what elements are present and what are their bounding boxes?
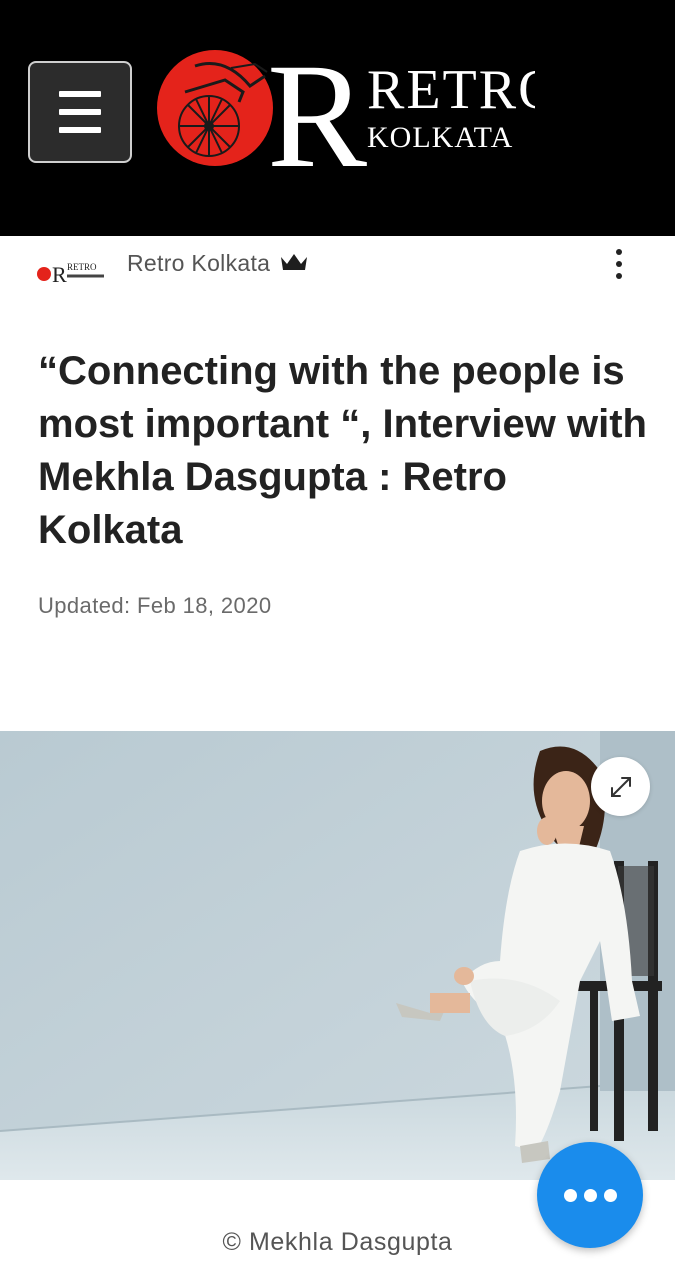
author-name[interactable]: Retro Kolkata <box>127 250 270 277</box>
crown-icon <box>281 254 307 270</box>
svg-text:R: R <box>52 262 67 287</box>
expand-icon <box>610 776 631 797</box>
expand-image-button[interactable] <box>591 757 650 816</box>
logo-text-retro: RETRO <box>367 59 535 121</box>
more-options-button[interactable] <box>604 246 634 282</box>
more-horizontal-icon <box>563 1188 577 1202</box>
hamburger-icon-bar <box>59 127 101 133</box>
menu-button[interactable] <box>28 61 132 163</box>
author-avatar[interactable]: R RETRO <box>36 248 106 296</box>
updated-date: Updated: Feb 18, 2020 <box>38 593 272 618</box>
logo-letter: R <box>267 46 367 176</box>
hamburger-icon-bar <box>59 109 101 115</box>
chat-fab-button[interactable] <box>537 1142 643 1248</box>
hamburger-icon <box>59 91 101 97</box>
logo-text-kolkata: KOLKATA <box>367 121 513 154</box>
author-row: R RETRO Retro Kolkata <box>0 236 675 296</box>
site-logo[interactable]: R RETRO KOLKATA <box>155 46 535 176</box>
svg-text:RETRO: RETRO <box>67 262 97 272</box>
site-header: R RETRO KOLKATA <box>0 0 675 236</box>
more-vertical-icon <box>616 249 622 255</box>
hero-photo <box>0 731 675 1180</box>
hero-image[interactable] <box>0 731 675 1180</box>
article-title: “Connecting with the people is most impo… <box>38 349 647 552</box>
